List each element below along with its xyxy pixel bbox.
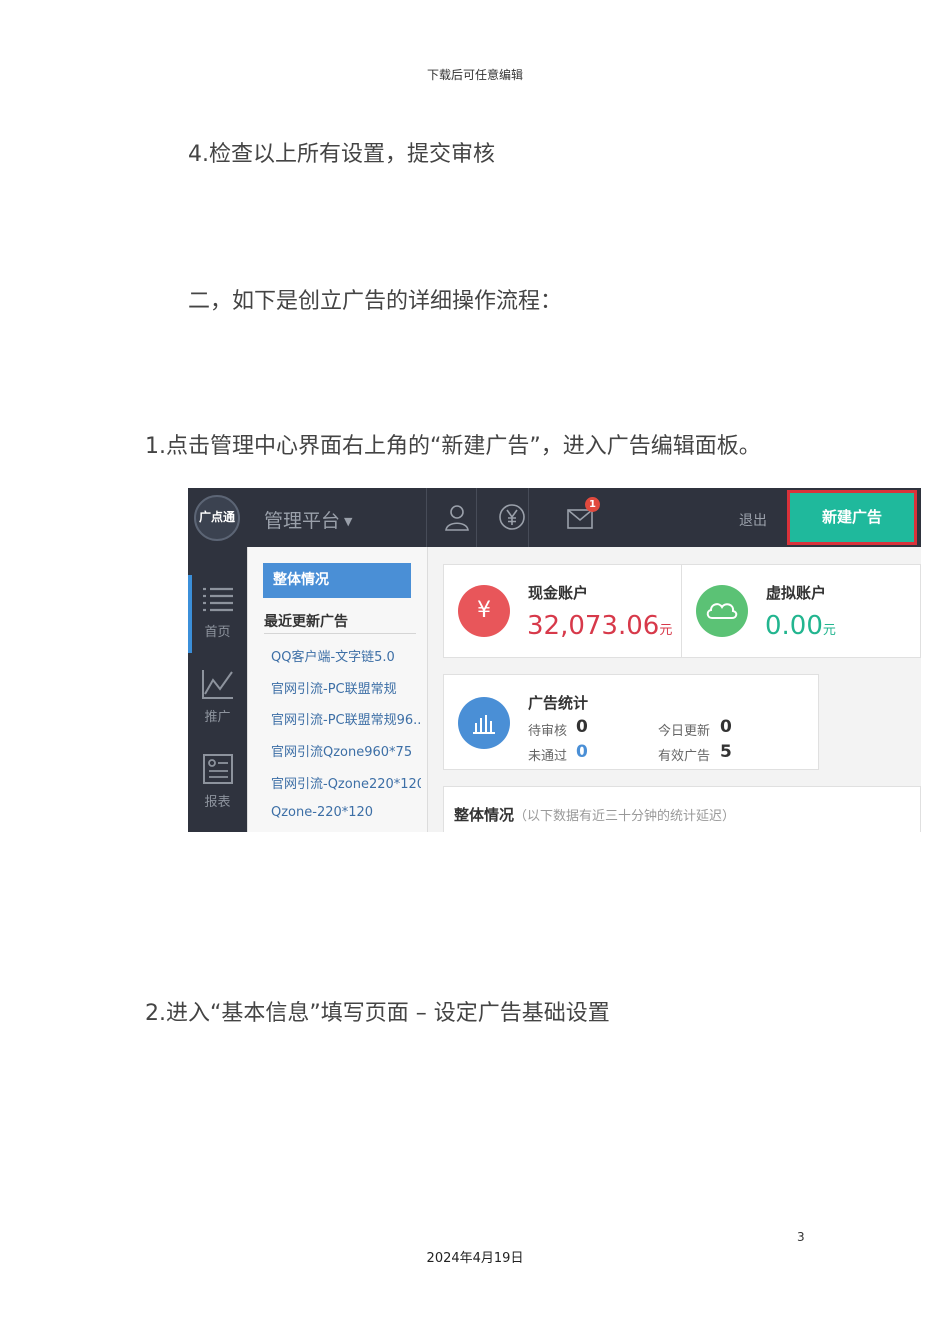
- rejected-label: 未通过: [528, 749, 568, 764]
- virtual-account-amount: 0.00元: [765, 611, 836, 641]
- nav-item-report[interactable]: 报表: [188, 753, 247, 810]
- logout-link[interactable]: 退出: [739, 510, 767, 530]
- cash-amount-unit: 元: [659, 623, 673, 638]
- recent-ad-link[interactable]: Qzone-220*120: [271, 805, 421, 820]
- yen-icon[interactable]: [498, 503, 526, 531]
- page-number: 3: [797, 1230, 805, 1244]
- left-nav: 首页 推广 报表: [188, 547, 247, 832]
- list-icon: [202, 587, 233, 612]
- overall-title: 整体情况: [454, 806, 515, 824]
- nav-label-home: 首页: [204, 625, 231, 640]
- bar-chart-icon: [458, 697, 510, 749]
- recent-ad-link[interactable]: 官网引流-Qzone220*120: [271, 773, 421, 792]
- divider: [476, 488, 477, 547]
- cloud-icon: [696, 585, 748, 637]
- valid-ads-value: 5: [720, 742, 732, 762]
- platform-menu[interactable]: 管理平台 ▼: [264, 506, 352, 533]
- admin-screenshot: 广点通 管理平台 ▼ 1 退出 新建广告 首页 推广 报表 整体情况 最近更新广…: [188, 488, 921, 832]
- panel-item-overview[interactable]: 整体情况: [263, 563, 411, 598]
- virtual-account-card: 虚拟账户 0.00元: [681, 564, 921, 658]
- report-icon: [202, 754, 233, 784]
- yen-icon: ¥: [458, 585, 510, 637]
- recent-ad-link[interactable]: 官网引流-PC联盟常规96...: [271, 709, 421, 728]
- cash-account-title: 现金账户: [528, 584, 589, 602]
- footer-date: 2024年4月19日: [426, 1251, 524, 1266]
- sub-panel: 整体情况 最近更新广告 QQ客户端-文字链5.0 官网引流-PC联盟常规 官网引…: [247, 547, 428, 832]
- divider: [426, 488, 427, 547]
- platform-label: 管理平台: [264, 510, 341, 532]
- today-updated-label: 今日更新: [658, 724, 711, 739]
- virtual-amount-value: 0.00: [765, 611, 823, 641]
- nav-label-promote: 推广: [204, 710, 231, 725]
- caret-down-icon: ▼: [344, 515, 353, 528]
- logo: 广点通: [194, 495, 240, 541]
- line-chart-icon: [201, 670, 233, 699]
- virtual-account-title: 虚拟账户: [766, 584, 827, 602]
- today-updated-value: 0: [720, 717, 732, 737]
- paragraph-step1: 1.点击管理中心界面右上角的“新建广告”，进入广告编辑面板。: [145, 434, 761, 459]
- top-bar: 广点通 管理平台 ▼ 1 退出 新建广告: [188, 488, 921, 547]
- paragraph-step4: 4.检查以上所有设置，提交审核: [188, 142, 495, 167]
- recent-ad-link[interactable]: 官网引流-PC联盟常规: [271, 678, 421, 697]
- virtual-amount-unit: 元: [822, 623, 836, 638]
- cash-account-card: ¥ 现金账户 32,073.06元: [443, 564, 682, 658]
- cash-account-amount: 32,073.06元: [527, 611, 672, 641]
- nav-item-promote[interactable]: 推广: [188, 668, 247, 725]
- paragraph-section-two: 二，如下是创立广告的详细操作流程：: [188, 289, 563, 314]
- user-icon[interactable]: [443, 503, 471, 531]
- recent-ad-link[interactable]: QQ客户端-文字链5.0: [271, 646, 421, 665]
- divider: [528, 488, 529, 547]
- divider: [264, 633, 416, 634]
- overall-note: （以下数据有近三十分钟的统计延迟）: [514, 809, 736, 824]
- mail-badge: 1: [585, 497, 600, 512]
- overall-heading: 整体情况（以下数据有近三十分钟的统计延迟）: [454, 804, 735, 825]
- ad-stats-title: 广告统计: [528, 694, 589, 712]
- rejected-value: 0: [576, 742, 588, 762]
- pending-label: 待审核: [528, 724, 568, 739]
- ad-stats-card: 广告统计 待审核 0 今日更新 0 未通过 0 有效广告 5: [443, 674, 819, 770]
- header-note: 下载后可任意编辑: [426, 68, 523, 82]
- valid-ads-label: 有效广告: [658, 749, 711, 764]
- nav-item-home[interactable]: 首页: [188, 585, 247, 640]
- pending-value: 0: [576, 717, 588, 737]
- cash-amount-value: 32,073.06: [527, 611, 660, 641]
- recent-ad-link[interactable]: 官网引流Qzone960*75: [271, 741, 421, 760]
- new-ad-button[interactable]: 新建广告: [787, 490, 917, 545]
- nav-label-report: 报表: [204, 795, 231, 810]
- recent-ads-heading: 最近更新广告: [264, 614, 348, 630]
- paragraph-step2: 2.进入“基本信息”填写页面 – 设定广告基础设置: [145, 1001, 610, 1026]
